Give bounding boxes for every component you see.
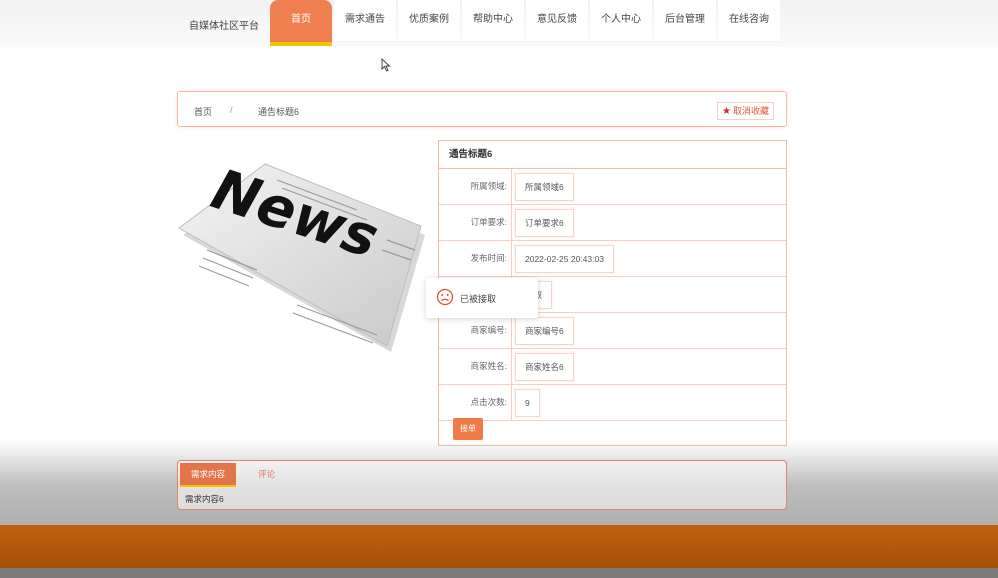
row-value: 商家编号6 [515,317,574,345]
detail-row-click-count: 点击次数: 9 [439,385,786,421]
row-value: 9 [515,389,540,417]
nav-quality-cases[interactable]: 优质案例 [398,0,460,42]
breadcrumb-current: 通告标题6 [258,107,300,117]
tab-comments[interactable]: 评论 [258,463,275,485]
nav-online-consult[interactable]: 在线咨询 [718,0,780,42]
accept-order-button[interactable]: 接单 [453,418,483,440]
toast-message: 已被接取 [426,278,538,318]
row-label: 发布时间: [439,241,512,276]
row-value: 所属领域6 [515,173,574,201]
row-value: 订单要求6 [515,209,574,237]
detail-row-order-requirement: 订单要求: 订单要求6 [439,205,786,241]
detail-row-domain: 所属领域: 所属领域6 [439,169,786,205]
sad-face-icon [436,288,454,306]
content-tabs: 需求内容 评论 需求内容6 [177,460,787,510]
news-newspaper-image: News [178,157,425,352]
main-nav: 首页 需求通告 优质案例 帮助中心 意见反馈 个人中心 后台管理 在线咨询 [270,0,782,47]
toast-text: 已被接取 [460,294,497,304]
nav-home[interactable]: 首页 [270,0,332,46]
tab-demand-content[interactable]: 需求内容 [180,463,236,487]
row-value: 商家姓名6 [515,353,574,381]
nav-help-center[interactable]: 帮助中心 [462,0,524,42]
breadcrumb-separator: / [230,105,233,115]
site-brand[interactable]: 自媒体社区平台 [189,17,259,32]
row-label: 商家编号: [439,313,512,348]
top-navbar: 自媒体社区平台 首页 需求通告 优质案例 帮助中心 意见反馈 个人中心 后台管理… [0,0,998,47]
tab-content-text: 需求内容6 [185,494,224,504]
page-footer [0,525,998,568]
row-label: 所属领域: [439,169,512,204]
nav-feedback[interactable]: 意见反馈 [526,0,588,42]
nav-personal-center[interactable]: 个人中心 [590,0,652,42]
bottom-strip [0,568,998,578]
unfavorite-label: 取消收藏 [732,106,769,116]
notice-title: 通告标题6 [439,141,786,169]
row-label: 点击次数: [439,385,512,420]
nav-demand-notices[interactable]: 需求通告 [334,0,396,42]
row-value: 2022-02-25 20:43:03 [515,245,614,273]
detail-row-merchant-name: 商家姓名: 商家姓名6 [439,349,786,385]
detail-row-publish-time: 发布时间: 2022-02-25 20:43:03 [439,241,786,277]
row-label: 商家姓名: [439,349,512,384]
nav-admin[interactable]: 后台管理 [654,0,716,42]
mouse-cursor-icon [381,58,391,72]
breadcrumb-home[interactable]: 首页 [194,105,212,118]
breadcrumb: 首页 / 通告标题6 ★ 取消收藏 [177,91,787,127]
detail-row-merchant-id: 商家编号: 商家编号6 [439,313,786,349]
star-icon: ★ [722,106,731,117]
unfavorite-button[interactable]: ★ 取消收藏 [717,102,774,120]
row-label: 订单要求: [439,205,512,240]
